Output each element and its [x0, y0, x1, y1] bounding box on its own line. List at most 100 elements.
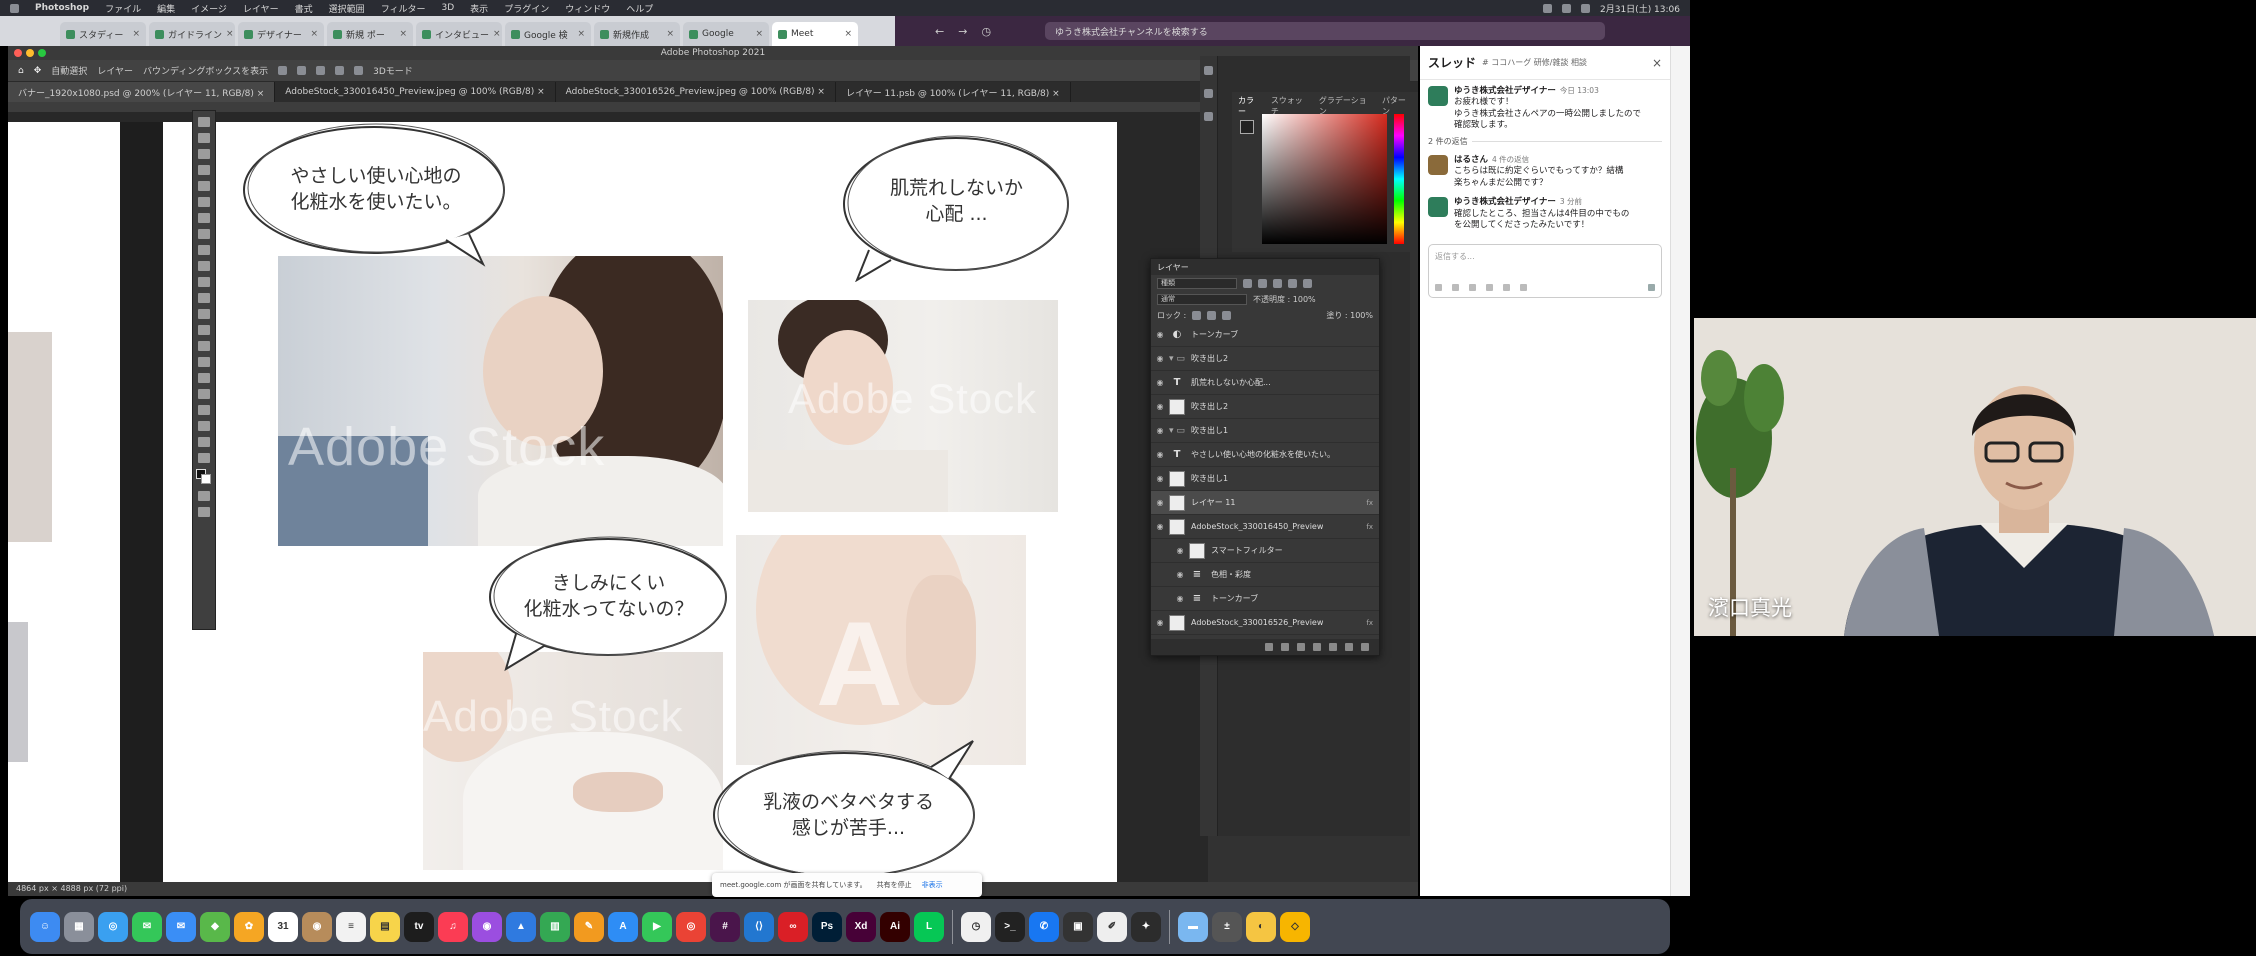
hide-button[interactable]: 非表示 — [922, 880, 943, 890]
document-tab[interactable]: レイヤー 11.psb @ 100% (レイヤー 11, RGB/8) × — [836, 82, 1071, 102]
stamp-tool-icon[interactable] — [198, 261, 210, 271]
visibility-eye-icon[interactable]: ◉ — [1151, 426, 1169, 435]
layers-panel-title[interactable]: レイヤー — [1151, 259, 1379, 275]
dock-app-icon[interactable]: ✉ — [166, 911, 196, 942]
menu-item[interactable]: レイヤー — [243, 2, 279, 15]
dock-app-icon[interactable]: ⟨⟩ — [744, 911, 774, 942]
align-right-icon[interactable] — [316, 66, 326, 75]
close-icon[interactable]: × — [844, 29, 852, 39]
option-3d-mode[interactable]: 3Dモード — [373, 64, 413, 77]
layer-row[interactable]: ◉ AdobeStock_330016450_Preview fx — [1151, 515, 1379, 539]
dock-app-icon[interactable]: ◉ — [302, 911, 332, 942]
menu-item[interactable]: イメージ — [191, 2, 227, 15]
avatar[interactable] — [1428, 154, 1448, 175]
message-author[interactable]: ゆうき株式会社デザイナー — [1454, 86, 1556, 96]
forward-arrow-icon[interactable]: → — [958, 25, 967, 38]
dock-app-icon[interactable]: ▲ — [506, 911, 536, 942]
browser-tab[interactable]: ガイドライン × — [149, 22, 235, 46]
avatar[interactable] — [1428, 86, 1448, 106]
dock-app-icon[interactable]: ◉ — [472, 911, 502, 942]
dock-app-icon[interactable]: >_ — [995, 911, 1025, 942]
bold-icon[interactable] — [1435, 283, 1442, 291]
dodge-tool-icon[interactable] — [198, 341, 210, 351]
zoom-window-icon[interactable] — [38, 49, 46, 57]
menu-item[interactable]: プラグイン — [504, 2, 549, 15]
zoom-tool-icon[interactable] — [198, 437, 210, 447]
wifi-icon[interactable] — [1543, 3, 1552, 13]
visibility-eye-icon[interactable]: ◉ — [1151, 618, 1169, 627]
dock-app-icon[interactable]: ▬ — [1178, 911, 1208, 942]
list-icon[interactable] — [1486, 283, 1493, 291]
filter-pixel-icon[interactable] — [1243, 278, 1252, 288]
dock-app-icon[interactable]: ✿ — [234, 911, 264, 942]
link-layers-icon[interactable] — [1265, 643, 1273, 651]
dock-app-icon[interactable]: ▤ — [370, 911, 400, 942]
menu-item[interactable]: 選択範囲 — [329, 2, 365, 15]
artboard-left[interactable] — [8, 122, 120, 882]
photo-woman-1[interactable]: Adobe Stock — [278, 256, 723, 546]
minimize-window-icon[interactable] — [26, 49, 34, 57]
properties-panel-icon[interactable] — [1204, 89, 1213, 98]
photo-woman-4[interactable]: Adobe Stock — [423, 652, 723, 870]
blur-tool-icon[interactable] — [198, 325, 210, 335]
dock-app-icon[interactable]: ∞ — [778, 911, 808, 942]
layer-row[interactable]: ◉ 吹き出し1 — [1151, 467, 1379, 491]
layer-row[interactable]: ◉ ≡ 色相・彩度 — [1151, 563, 1379, 587]
visibility-eye-icon[interactable]: ◉ — [1151, 378, 1169, 387]
emoji-icon[interactable] — [1520, 283, 1527, 291]
visibility-eye-icon[interactable]: ◉ — [1151, 402, 1169, 411]
layer-row[interactable]: ◉ ◐ トーンカーブ — [1151, 323, 1379, 347]
path-select-tool-icon[interactable] — [198, 389, 210, 399]
close-icon[interactable]: × — [666, 29, 674, 39]
layer-fx-badge[interactable]: fx — [1366, 499, 1373, 507]
menu-item[interactable]: ヘルプ — [626, 2, 653, 15]
dock-app-icon[interactable]: ▥ — [540, 911, 570, 942]
fill-field[interactable]: 塗り : 100% — [1326, 310, 1373, 321]
foreground-color-swatch[interactable] — [1240, 120, 1254, 134]
close-icon[interactable]: × — [493, 29, 501, 39]
add-mask-icon[interactable] — [1297, 643, 1305, 651]
mention-icon[interactable] — [1503, 283, 1510, 291]
tab-swatches[interactable]: スウォッチ — [1271, 95, 1309, 116]
option-auto-select[interactable]: 自動選択 — [51, 64, 87, 77]
browser-tab[interactable]: Google 検 × — [505, 22, 591, 46]
browser-tab[interactable]: 新規 ポー × — [327, 22, 413, 46]
dock-app-icon[interactable]: ◷ — [961, 911, 991, 942]
menu-app-name[interactable]: Photoshop — [35, 3, 89, 13]
brush-panel-icon[interactable] — [1204, 112, 1213, 121]
menu-item[interactable]: 表示 — [470, 2, 488, 15]
home-icon[interactable]: ⌂ — [18, 66, 24, 76]
speech-bubble-3[interactable]: きしみにくい 化粧水ってないの？ — [486, 534, 731, 674]
filter-smart-icon[interactable] — [1303, 278, 1312, 288]
lock-position-icon[interactable] — [1207, 310, 1217, 320]
visibility-eye-icon[interactable]: ◉ — [1151, 354, 1169, 363]
close-icon[interactable]: × — [755, 29, 763, 39]
speech-bubble-1[interactable]: やさしい使い心地の 化粧水を使いたい。 — [241, 122, 511, 272]
layer-row[interactable]: ◉ 吹き出し2 — [1151, 395, 1379, 419]
menu-item[interactable]: ウィンドウ — [565, 2, 610, 15]
dock-app-icon[interactable]: Ai — [880, 911, 910, 942]
photo-woman-2[interactable]: Adobe Stock — [748, 300, 1058, 512]
hand-tool-icon[interactable] — [198, 421, 210, 431]
back-arrow-icon[interactable]: ← — [935, 25, 944, 38]
distribute-icon[interactable] — [335, 66, 345, 75]
tab-color[interactable]: カラー — [1238, 95, 1261, 116]
layer-row[interactable]: ◉ AdobeStock_330016526_Preview fx — [1151, 611, 1379, 635]
stop-sharing-button[interactable]: 共有を停止 — [877, 880, 912, 890]
brush-tool-icon[interactable] — [198, 245, 210, 255]
reply-composer[interactable]: 返信する... — [1428, 243, 1662, 298]
send-icon[interactable] — [1648, 283, 1655, 291]
align-center-icon[interactable] — [297, 66, 307, 75]
message-author[interactable]: はるさん — [1454, 155, 1488, 165]
speech-bubble-2[interactable]: 肌荒れしないか 心配 ... — [839, 132, 1074, 282]
dock-app-icon[interactable]: ▶ — [642, 911, 672, 942]
control-center-icon[interactable] — [1581, 3, 1590, 13]
hue-slider[interactable] — [1394, 114, 1404, 244]
color-picker-field[interactable] — [1262, 114, 1387, 244]
dock-app-icon[interactable]: A — [608, 911, 638, 942]
dock-app-icon[interactable]: # — [710, 911, 740, 942]
slack-search-input[interactable]: ゆうき株式会社チャンネルを検索する — [1045, 22, 1606, 40]
close-icon[interactable]: × — [132, 29, 140, 39]
new-layer-icon[interactable] — [1345, 643, 1353, 651]
dock-app-icon[interactable]: ▦ — [64, 911, 94, 942]
